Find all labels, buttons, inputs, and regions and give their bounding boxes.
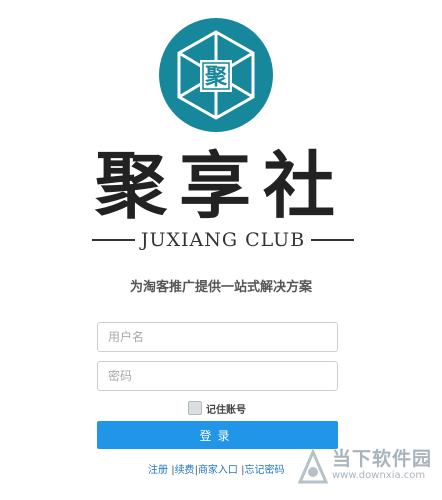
- username-field[interactable]: [97, 322, 338, 352]
- subtitle-rule-right: [311, 239, 355, 241]
- emblem-character: 聚: [204, 64, 228, 90]
- forgot-password-link[interactable]: 忘记密码: [245, 465, 285, 476]
- watermark-logo-icon: [297, 448, 329, 484]
- tagline: 为淘客推广提供一站式解决方案: [129, 280, 312, 295]
- watermark-text: 当下软件园: [332, 448, 433, 470]
- footer-links: 注册 |续费|商家入口 |忘记密码: [148, 461, 285, 476]
- brand-english-name: JUXIANG CLUB: [140, 229, 306, 251]
- merchant-link[interactable]: 商家入口: [198, 465, 238, 476]
- subtitle-rule-left: [92, 239, 135, 241]
- site-watermark: 当下软件园 www.downxia.com: [296, 440, 442, 500]
- login-window: 聚 聚享社 JUXIANG CLUB 为淘客推广提供一站式解决方案 记住账号 登…: [0, 0, 442, 500]
- juxiang-emblem-logo: 聚: [159, 18, 273, 132]
- brand-name: 聚享社: [94, 143, 347, 228]
- watermark-url: www.downxia.com: [332, 470, 426, 481]
- password-field[interactable]: [97, 361, 338, 391]
- register-link[interactable]: 注册: [148, 465, 168, 476]
- remember-checkbox[interactable]: [188, 401, 202, 415]
- remember-account[interactable]: 记住账号: [188, 400, 246, 416]
- remember-label: 记住账号: [206, 404, 246, 416]
- brand-subtitle-row: JUXIANG CLUB: [92, 229, 355, 251]
- renew-link[interactable]: 续费: [175, 465, 195, 476]
